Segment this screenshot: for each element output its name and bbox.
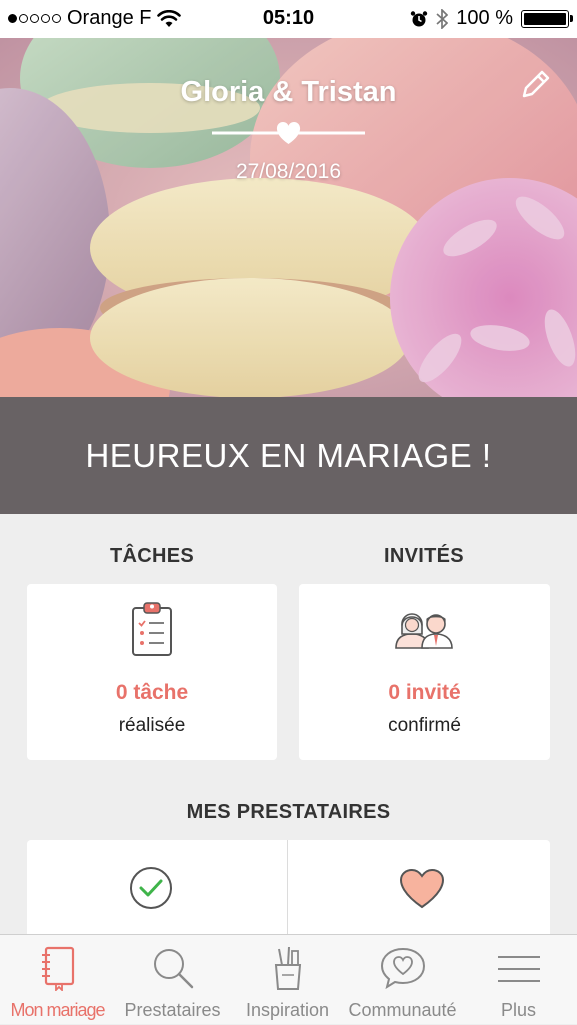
status-right: 100 % [410, 7, 573, 30]
booked-vendors-check-icon[interactable] [129, 866, 173, 910]
tasks-card[interactable]: 0 tâche réalisée [27, 584, 277, 760]
wedding-banner: HEUREUX EN MARIAGE ! [0, 397, 577, 514]
heart-divider-icon [212, 122, 365, 144]
tab-label: Plus [500, 1000, 536, 1020]
banner-text: HEUREUX EN MARIAGE ! [85, 436, 492, 474]
wedding-date: 27/08/2016 [235, 160, 342, 183]
search-icon [153, 949, 193, 989]
edit-pencil-icon[interactable] [518, 68, 552, 102]
status-bar: Orange F 05:10 100 % [0, 0, 577, 38]
tab-plus[interactable]: Plus [460, 935, 577, 1025]
vendors-title: MES PRESTATAIRES [186, 801, 391, 823]
tasks-count: 0 tâche [115, 681, 189, 704]
guests-title: INVITÉS [384, 545, 464, 567]
guests-sub: confirmé [388, 715, 461, 736]
alarm-icon [411, 10, 428, 26]
couple-names: Gloria & Tristan [180, 76, 397, 108]
notebook-icon [41, 946, 74, 991]
battery-percent: 100 % [456, 7, 513, 29]
battery-icon [521, 9, 573, 28]
tab-bar: Mon mariage Prestataires Inspiration Com… [0, 934, 577, 1024]
tasks-title: TÂCHES [109, 545, 195, 567]
hero-cover[interactable]: Gloria & Tristan 27/08/2016 [0, 38, 577, 397]
menu-icon [497, 956, 540, 982]
pencil-cup-icon [274, 946, 301, 990]
chat-heart-icon [380, 947, 425, 990]
guests-card[interactable]: 0 invité confirmé [299, 584, 550, 760]
tasks-sub: réalisée [118, 715, 186, 736]
couple-avatars-icon [395, 613, 453, 649]
clipboard-checklist-icon [132, 602, 172, 656]
favorite-vendors-heart-icon[interactable] [399, 868, 445, 910]
bluetooth-icon [436, 8, 449, 29]
guests-count: 0 invité [388, 681, 461, 704]
